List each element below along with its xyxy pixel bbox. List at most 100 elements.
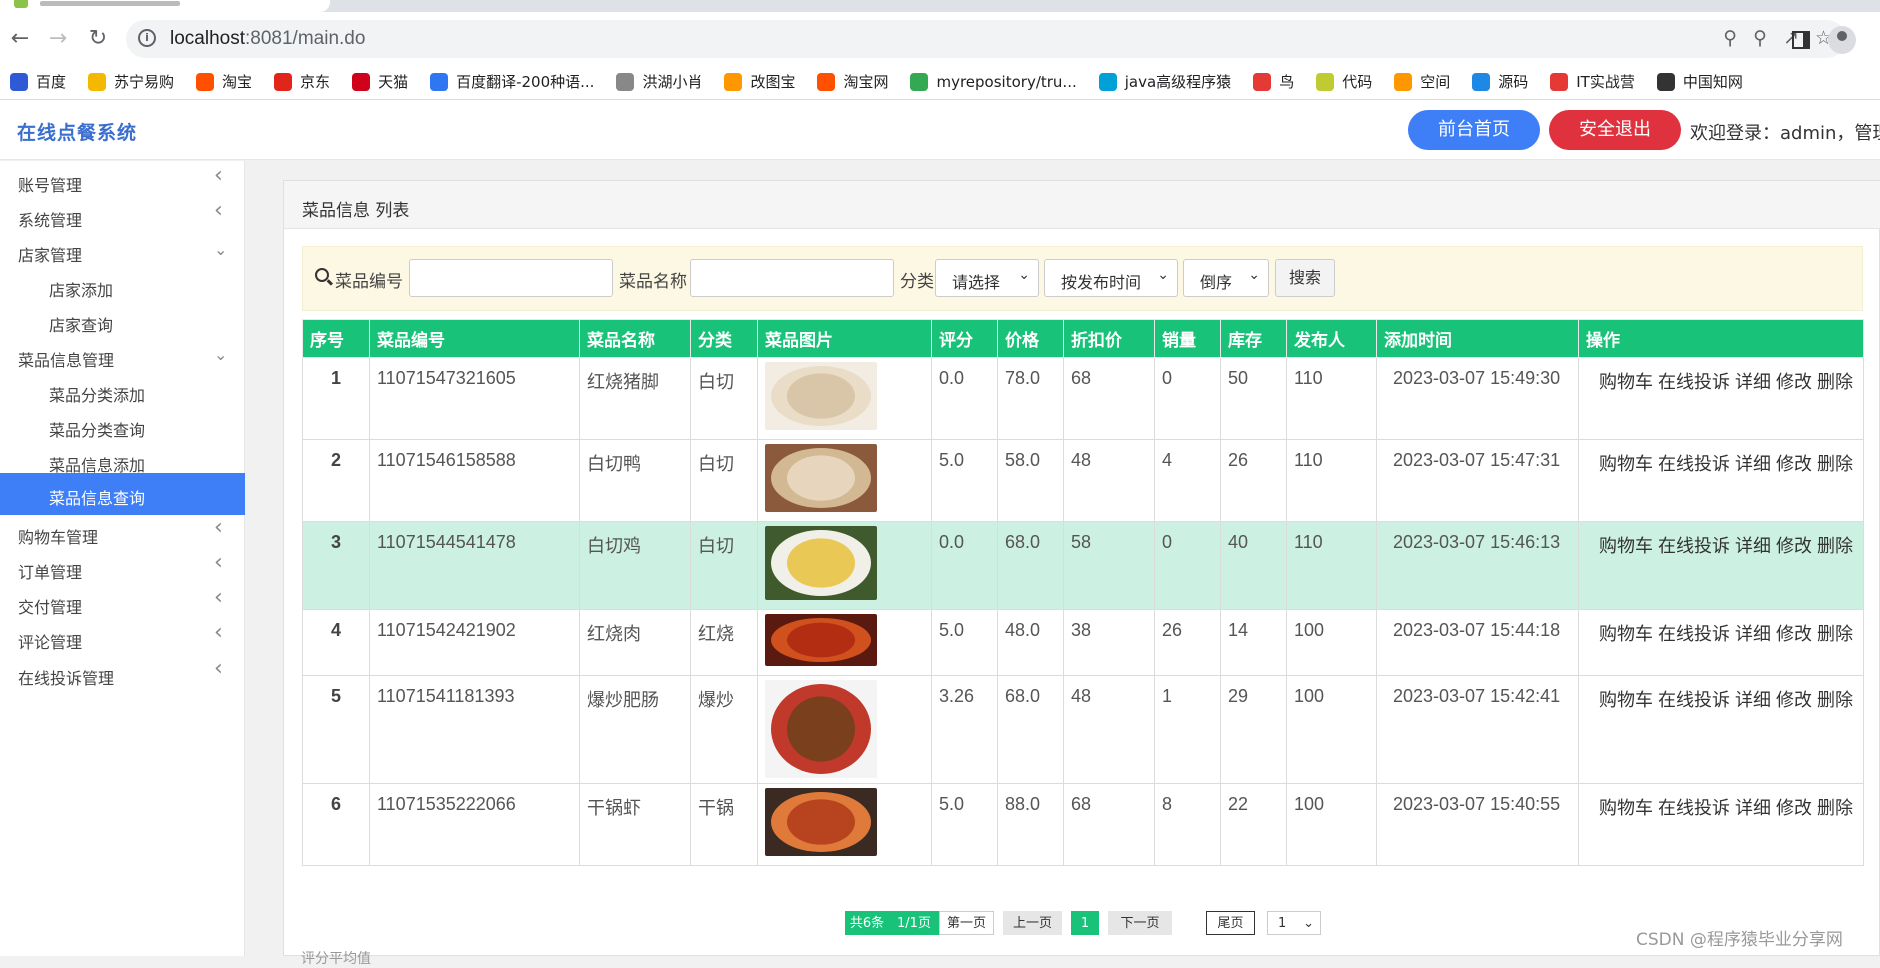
- sidebar-item[interactable]: 菜品信息添加: [0, 441, 245, 477]
- bookmark-item[interactable]: 百度: [10, 71, 66, 92]
- bookmark-item[interactable]: 百度翻译-200种语...: [430, 71, 594, 92]
- logout-button[interactable]: 安全退出: [1549, 110, 1681, 150]
- bookmark-item[interactable]: 洪湖小肖: [616, 71, 702, 92]
- delete-link[interactable]: 删除: [1817, 624, 1853, 644]
- edit-link[interactable]: 修改: [1776, 372, 1812, 392]
- bookmark-item[interactable]: 天猫: [352, 71, 408, 92]
- current-page[interactable]: 1: [1071, 911, 1099, 935]
- complaint-link[interactable]: 在线投诉: [1658, 624, 1730, 644]
- sidebar-item[interactable]: 交付管理 ‹: [0, 583, 245, 619]
- detail-link[interactable]: 详细: [1735, 454, 1771, 474]
- bookmark-item[interactable]: 空间: [1394, 71, 1450, 92]
- edit-link[interactable]: 修改: [1776, 798, 1812, 818]
- name-input[interactable]: [690, 259, 894, 297]
- table-row[interactable]: 3 11071544541478 白切鸡 白切 0.0 68.0 58 0 40 110 2023-…: [302, 521, 1864, 610]
- delete-link[interactable]: 删除: [1817, 798, 1853, 818]
- detail-link[interactable]: 详细: [1735, 690, 1771, 710]
- bookmark-item[interactable]: 鸟: [1253, 71, 1294, 92]
- add-to-cart-link[interactable]: 购物车: [1599, 798, 1653, 818]
- sidebar-item[interactable]: 店家查询: [0, 301, 245, 337]
- cell-actions: 购物车 在线投诉 详细 修改 删除: [1578, 783, 1864, 866]
- bookmark-item[interactable]: myrepository/tru...: [910, 72, 1077, 91]
- sidebar-item[interactable]: 菜品信息查询: [0, 473, 245, 515]
- complaint-link[interactable]: 在线投诉: [1658, 536, 1730, 556]
- bookmark-item[interactable]: IT实战营: [1550, 71, 1635, 92]
- column-header: 分类: [690, 319, 758, 358]
- bookmark-item[interactable]: java高级程序猿: [1098, 71, 1231, 92]
- forward-arrow-icon[interactable]: →: [42, 22, 74, 54]
- sidebar-item[interactable]: 菜品分类添加: [0, 371, 245, 407]
- browser-tab[interactable]: [0, 0, 330, 12]
- sidebar-item[interactable]: 菜品分类查询: [0, 406, 245, 442]
- sort-field-select[interactable]: 按发布时间 ⌄: [1044, 259, 1178, 297]
- next-page-button[interactable]: 下一页: [1108, 911, 1172, 935]
- sidebar-item[interactable]: 店家管理 ⌄: [0, 231, 245, 267]
- bookmark-item[interactable]: 京东: [274, 71, 330, 92]
- home-button[interactable]: 前台首页: [1408, 110, 1540, 150]
- search-button[interactable]: 搜索: [1275, 259, 1335, 297]
- table-row[interactable]: 6 11071535222066 干锅虾 干锅 5.0 88.0 68 8 22 100 2023-…: [302, 783, 1864, 866]
- complaint-link[interactable]: 在线投诉: [1658, 372, 1730, 392]
- chevron-down-icon: ⌄: [214, 345, 228, 364]
- table-row[interactable]: 5 11071541181393 爆炒肥肠 爆炒 3.26 68.0 48 1 29 100 202…: [302, 675, 1864, 784]
- detail-link[interactable]: 详细: [1735, 624, 1771, 644]
- add-to-cart-link[interactable]: 购物车: [1599, 624, 1653, 644]
- bookmark-item[interactable]: 代码: [1316, 71, 1372, 92]
- table-row[interactable]: 2 11071546158588 白切鸭 白切 5.0 58.0 48 4 26 110 2023-…: [302, 439, 1864, 522]
- url-text[interactable]: localhost:8081/main.do: [170, 28, 365, 50]
- detail-link[interactable]: 详细: [1735, 536, 1771, 556]
- sidebar-item[interactable]: 系统管理 ‹: [0, 196, 245, 232]
- sidebar-item[interactable]: 店家添加: [0, 266, 245, 302]
- delete-link[interactable]: 删除: [1817, 454, 1853, 474]
- table-row[interactable]: 4 11071542421902 红烧肉 红烧 5.0 48.0 38 26 14 100 2023…: [302, 609, 1864, 676]
- sort-field-value: 按发布时间: [1061, 273, 1142, 292]
- key-icon[interactable]: ⚲: [1723, 27, 1737, 49]
- complaint-link[interactable]: 在线投诉: [1658, 454, 1730, 474]
- sidebar-item[interactable]: 订单管理 ‹: [0, 548, 245, 584]
- bookmark-item[interactable]: 淘宝网: [817, 71, 888, 92]
- bookmark-item[interactable]: 改图宝: [724, 71, 795, 92]
- edit-link[interactable]: 修改: [1776, 536, 1812, 556]
- reload-icon[interactable]: ↻: [82, 22, 114, 54]
- back-arrow-icon[interactable]: ←: [4, 22, 36, 54]
- bookmark-item[interactable]: 苏宁易购: [88, 71, 174, 92]
- delete-link[interactable]: 删除: [1817, 690, 1853, 710]
- sidebar-item[interactable]: 账号管理 ‹: [0, 161, 245, 197]
- bookmark-item[interactable]: 中国知网: [1656, 71, 1743, 92]
- complaint-link[interactable]: 在线投诉: [1658, 690, 1730, 710]
- first-page-button[interactable]: 第一页: [939, 911, 994, 935]
- cell-publisher: 110: [1286, 357, 1377, 440]
- delete-link[interactable]: 删除: [1817, 372, 1853, 392]
- delete-link[interactable]: 删除: [1817, 536, 1853, 556]
- category-select[interactable]: 请选择 ⌄: [935, 259, 1039, 297]
- bookmark-item[interactable]: 淘宝: [196, 71, 252, 92]
- code-input[interactable]: [409, 259, 613, 297]
- profile-avatar-icon[interactable]: [1828, 26, 1856, 54]
- cell-discount: 58: [1063, 521, 1155, 610]
- sidebar-item[interactable]: 菜品信息管理 ⌄: [0, 336, 245, 372]
- add-to-cart-link[interactable]: 购物车: [1599, 454, 1653, 474]
- detail-link[interactable]: 详细: [1735, 798, 1771, 818]
- sidebar-item[interactable]: 购物车管理 ‹: [0, 513, 245, 549]
- address-bar[interactable]: i localhost:8081/main.do ⚲ ⚲ ↗ ☆: [126, 20, 1846, 58]
- sort-order-select[interactable]: 倒序 ⌄: [1183, 259, 1269, 297]
- edit-link[interactable]: 修改: [1776, 690, 1812, 710]
- edit-link[interactable]: 修改: [1776, 454, 1812, 474]
- prev-page-button[interactable]: 上一页: [1003, 911, 1062, 935]
- table-row[interactable]: 1 11071547321605 红烧猪脚 白切 0.0 78.0 68 0 50 110 2023…: [302, 357, 1864, 440]
- zoom-icon[interactable]: ⚲: [1753, 27, 1767, 49]
- add-to-cart-link[interactable]: 购物车: [1599, 690, 1653, 710]
- sidebar-item[interactable]: 在线投诉管理 ‹: [0, 654, 245, 690]
- add-to-cart-link[interactable]: 购物车: [1599, 372, 1653, 392]
- site-info-icon[interactable]: i: [138, 29, 156, 47]
- detail-link[interactable]: 详细: [1735, 372, 1771, 392]
- edit-link[interactable]: 修改: [1776, 624, 1812, 644]
- sidebar-item[interactable]: 评论管理 ‹: [0, 618, 245, 654]
- add-to-cart-link[interactable]: 购物车: [1599, 536, 1653, 556]
- last-page-button[interactable]: 尾页: [1206, 911, 1255, 935]
- bookmark-item[interactable]: 源码: [1472, 71, 1528, 92]
- watermark: CSDN @程序猿毕业分享网: [1636, 930, 1843, 950]
- page-jump-select[interactable]: 1 ⌄: [1267, 911, 1321, 935]
- side-panel-icon[interactable]: [1792, 31, 1810, 49]
- complaint-link[interactable]: 在线投诉: [1658, 798, 1730, 818]
